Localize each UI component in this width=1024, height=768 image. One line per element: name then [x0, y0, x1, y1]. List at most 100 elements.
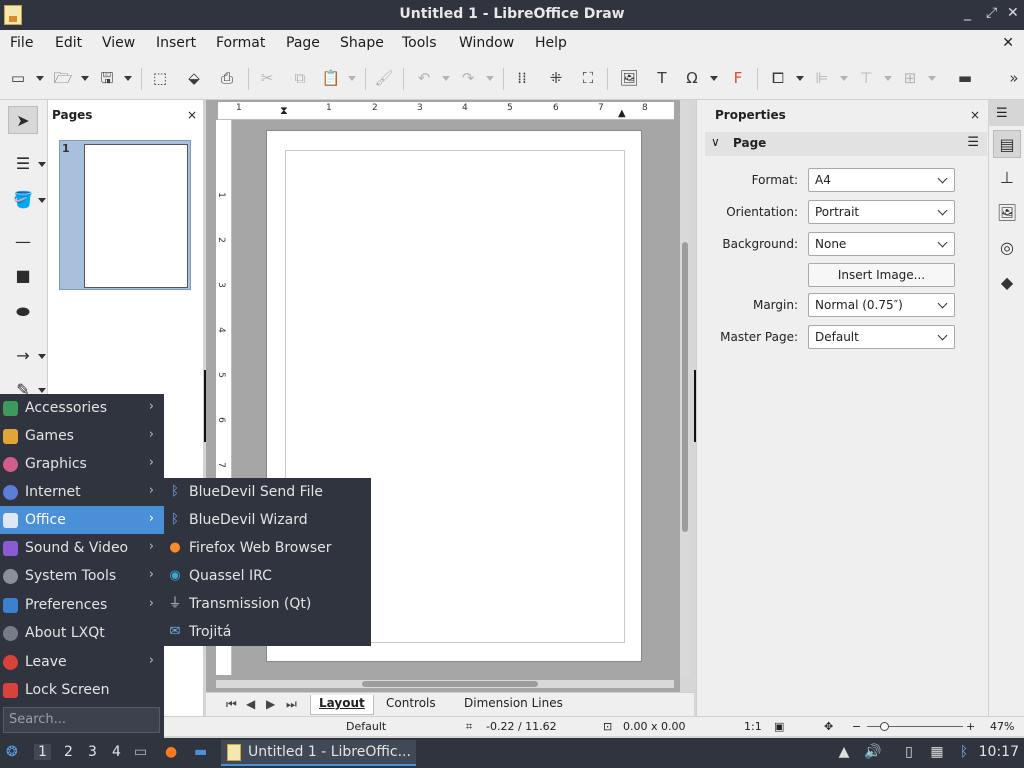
- toolbar-overflow-icon[interactable]: »: [1004, 68, 1024, 88]
- shadow-icon[interactable]: ▬: [955, 68, 975, 88]
- arrange-dropdown-icon[interactable]: [884, 76, 892, 81]
- menu-lock-screen[interactable]: Lock Screen: [0, 676, 164, 704]
- zoom-percent[interactable]: 47%: [990, 720, 1014, 733]
- insert-image-button[interactable]: Insert Image...: [808, 263, 955, 287]
- close-properties-button[interactable]: ×: [970, 108, 980, 122]
- left-indent-marker-icon[interactable]: ⧗: [280, 104, 288, 118]
- menu-format[interactable]: Format: [216, 35, 265, 51]
- master-page-select[interactable]: Default: [808, 325, 955, 349]
- menu-shape[interactable]: Shape: [340, 35, 384, 51]
- special-character-dropdown-icon[interactable]: [710, 76, 718, 81]
- navigator-deck-icon[interactable]: ◎: [993, 234, 1021, 262]
- next-tab-icon[interactable]: ▶: [266, 697, 275, 711]
- zoom-out-button[interactable]: −: [852, 720, 861, 733]
- firefox-icon[interactable]: ●: [165, 744, 177, 760]
- menu-accessories[interactable]: Accessories ›: [0, 394, 164, 422]
- save-dropdown-icon[interactable]: [124, 76, 132, 81]
- horizontal-scrollbar[interactable]: [216, 680, 674, 688]
- desktop-1[interactable]: 1: [34, 744, 51, 760]
- first-tab-icon[interactable]: ⏮: [226, 697, 237, 712]
- sidebar-menu-icon[interactable]: ☰: [996, 106, 1008, 121]
- cut-icon[interactable]: ✂: [257, 68, 277, 88]
- special-character-icon[interactable]: Ω: [682, 68, 702, 88]
- new-dropdown-icon[interactable]: [36, 76, 44, 81]
- redo-icon[interactable]: ↷: [458, 68, 478, 88]
- paste-dropdown-icon[interactable]: [348, 76, 356, 81]
- menu-tools[interactable]: Tools: [402, 35, 437, 51]
- undo-dropdown-icon[interactable]: [442, 76, 450, 81]
- background-select[interactable]: None: [808, 232, 955, 256]
- close-pages-pane-button[interactable]: ×: [187, 108, 197, 122]
- format-select[interactable]: A4: [808, 168, 955, 192]
- taskbar-window-libreoffice-draw[interactable]: Untitled 1 - LibreOffic...: [221, 740, 416, 766]
- zoom-in-button[interactable]: +: [966, 720, 975, 733]
- export-pdf-icon[interactable]: ⬙: [184, 68, 204, 88]
- desktop-4[interactable]: 4: [112, 744, 121, 760]
- menu-edit[interactable]: Edit: [55, 35, 82, 51]
- gallery-deck-icon[interactable]: 🖼: [993, 199, 1021, 227]
- page-section-header[interactable]: ∨ Page ☰: [705, 132, 987, 156]
- menu-games[interactable]: Games ›: [0, 422, 164, 450]
- menu-preferences[interactable]: Preferences ›: [0, 591, 164, 619]
- right-indent-marker-icon[interactable]: ▲: [618, 108, 626, 119]
- submenu-trojita[interactable]: ✉ Trojitá: [164, 618, 371, 646]
- line-color-icon[interactable]: ☰: [8, 150, 46, 178]
- menu-internet[interactable]: Internet ›: [0, 478, 164, 506]
- vertical-scrollbar[interactable]: [680, 102, 690, 677]
- horizontal-scroll-thumb[interactable]: [362, 681, 538, 687]
- helplines-icon[interactable]: ⁜: [546, 68, 566, 88]
- menu-page[interactable]: Page: [286, 35, 320, 51]
- grid-icon[interactable]: ⁞⁞: [512, 68, 532, 88]
- show-desktop-icon[interactable]: ▬: [194, 744, 207, 760]
- orientation-select[interactable]: Portrait: [808, 200, 955, 224]
- print-icon[interactable]: ⎙: [217, 68, 237, 88]
- lxqt-start-icon[interactable]: ❂: [6, 744, 18, 760]
- submenu-bluedevil-send-file[interactable]: ᛒ BlueDevil Send File: [164, 478, 371, 506]
- menu-office[interactable]: Office ›: [0, 506, 164, 534]
- fill-color-icon[interactable]: 🪣: [8, 186, 46, 214]
- open-folder-icon[interactable]: 🗁: [53, 68, 73, 88]
- menu-help[interactable]: Help: [535, 35, 567, 51]
- select-pointer-icon[interactable]: ➤: [8, 106, 38, 134]
- menu-search-input[interactable]: Search...: [3, 707, 160, 733]
- new-document-icon[interactable]: ▭: [8, 68, 28, 88]
- menu-graphics[interactable]: Graphics ›: [0, 450, 164, 478]
- ellipse-tool-icon[interactable]: ⬬: [8, 298, 38, 326]
- maximize-button[interactable]: ⤢: [986, 5, 997, 21]
- redo-dropdown-icon[interactable]: [486, 76, 494, 81]
- section-menu-icon[interactable]: ☰: [967, 135, 979, 150]
- submenu-firefox[interactable]: ● Firefox Web Browser: [164, 534, 371, 562]
- notes-tray-icon[interactable]: ▯: [900, 744, 918, 762]
- shapes-deck-icon[interactable]: ◆: [993, 269, 1021, 297]
- volume-icon[interactable]: 🔊: [864, 744, 882, 762]
- tab-dimension-lines[interactable]: Dimension Lines: [456, 695, 571, 715]
- menu-window[interactable]: Window: [459, 35, 514, 51]
- fontwork-icon[interactable]: F: [728, 68, 748, 88]
- master-page-status[interactable]: Default: [346, 720, 386, 733]
- line-tool-icon[interactable]: —: [8, 228, 38, 256]
- insert-image-icon[interactable]: 🖼: [619, 68, 639, 88]
- menu-leave[interactable]: Leave ›: [0, 648, 164, 676]
- margin-select[interactable]: Normal (0.75″): [808, 293, 955, 317]
- align-dropdown-icon[interactable]: [840, 76, 848, 81]
- clock[interactable]: 10:17: [979, 744, 1019, 760]
- close-window-button[interactable]: ✕: [1007, 5, 1019, 21]
- arrange-icon[interactable]: ⊤: [856, 68, 876, 88]
- minimize-button[interactable]: _: [964, 5, 971, 21]
- fit-to-window-icon[interactable]: ✥: [824, 720, 833, 733]
- transformations-dropdown-icon[interactable]: [796, 76, 804, 81]
- submenu-quassel-irc[interactable]: ◉ Quassel IRC: [164, 562, 371, 590]
- menu-system-tools[interactable]: System Tools ›: [0, 562, 164, 590]
- tab-controls[interactable]: Controls: [378, 695, 444, 715]
- tab-layout[interactable]: Layout: [310, 695, 374, 715]
- clipboard-tray-icon[interactable]: ▲: [835, 744, 853, 762]
- submenu-bluedevil-wizard[interactable]: ᛒ BlueDevil Wizard: [164, 506, 371, 534]
- network-icon[interactable]: ▦: [928, 744, 946, 762]
- distribute-dropdown-icon[interactable]: [928, 76, 936, 81]
- bluetooth-tray-icon[interactable]: ᛒ: [955, 744, 973, 762]
- close-document-button[interactable]: ✕: [1002, 35, 1014, 51]
- desktop-3[interactable]: 3: [88, 744, 97, 760]
- last-tab-icon[interactable]: ⏭: [286, 697, 297, 712]
- copy-icon[interactable]: ⧉: [290, 68, 310, 88]
- rectangle-tool-icon[interactable]: ■: [8, 262, 38, 290]
